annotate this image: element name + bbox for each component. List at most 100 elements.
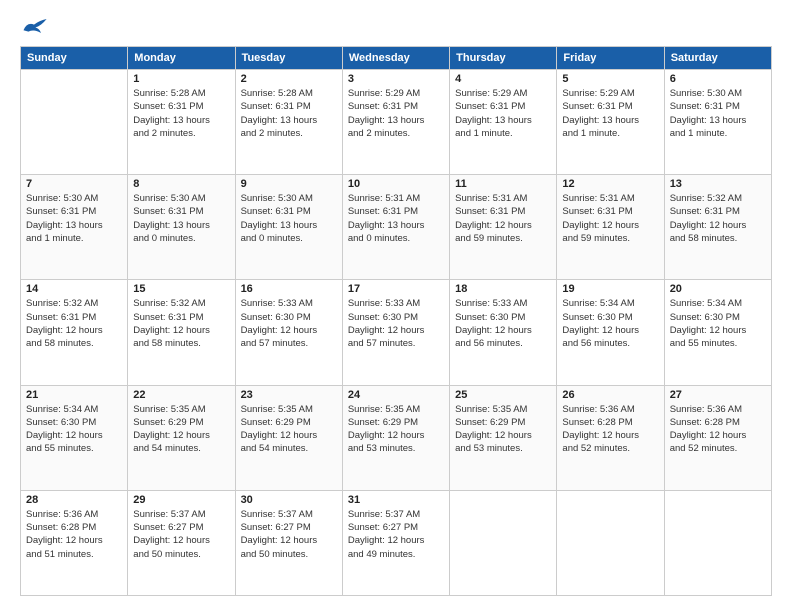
- cell-info: Sunrise: 5:35 AM Sunset: 6:29 PM Dayligh…: [455, 403, 551, 456]
- calendar-cell: 27 Sunrise: 5:36 AM Sunset: 6:28 PM Dayli…: [664, 385, 771, 490]
- calendar-cell: 9 Sunrise: 5:30 AM Sunset: 6:31 PM Daylig…: [235, 175, 342, 280]
- cell-info: Sunrise: 5:36 AM Sunset: 6:28 PM Dayligh…: [26, 508, 122, 561]
- cell-date: 7: [26, 178, 122, 190]
- calendar-cell: [664, 490, 771, 595]
- cell-date: 8: [133, 178, 229, 190]
- cell-date: 5: [562, 73, 658, 85]
- cell-info: Sunrise: 5:36 AM Sunset: 6:28 PM Dayligh…: [670, 403, 766, 456]
- calendar-cell: 4 Sunrise: 5:29 AM Sunset: 6:31 PM Daylig…: [450, 70, 557, 175]
- cell-info: Sunrise: 5:37 AM Sunset: 6:27 PM Dayligh…: [133, 508, 229, 561]
- cell-info: Sunrise: 5:32 AM Sunset: 6:31 PM Dayligh…: [670, 192, 766, 245]
- calendar-week-row: 21 Sunrise: 5:34 AM Sunset: 6:30 PM Dayli…: [21, 385, 772, 490]
- calendar-cell: 20 Sunrise: 5:34 AM Sunset: 6:30 PM Dayli…: [664, 280, 771, 385]
- calendar-cell: 25 Sunrise: 5:35 AM Sunset: 6:29 PM Dayli…: [450, 385, 557, 490]
- calendar-cell: 10 Sunrise: 5:31 AM Sunset: 6:31 PM Dayli…: [342, 175, 449, 280]
- cell-date: 22: [133, 389, 229, 401]
- cell-info: Sunrise: 5:33 AM Sunset: 6:30 PM Dayligh…: [455, 297, 551, 350]
- cell-date: 1: [133, 73, 229, 85]
- cell-date: 15: [133, 283, 229, 295]
- calendar-table: SundayMondayTuesdayWednesdayThursdayFrid…: [20, 46, 772, 596]
- weekday-header: Tuesday: [235, 47, 342, 70]
- cell-info: Sunrise: 5:28 AM Sunset: 6:31 PM Dayligh…: [133, 87, 229, 140]
- cell-info: Sunrise: 5:33 AM Sunset: 6:30 PM Dayligh…: [348, 297, 444, 350]
- calendar-cell: [557, 490, 664, 595]
- weekday-header: Friday: [557, 47, 664, 70]
- cell-info: Sunrise: 5:31 AM Sunset: 6:31 PM Dayligh…: [562, 192, 658, 245]
- cell-date: 25: [455, 389, 551, 401]
- cell-info: Sunrise: 5:35 AM Sunset: 6:29 PM Dayligh…: [348, 403, 444, 456]
- calendar-week-row: 1 Sunrise: 5:28 AM Sunset: 6:31 PM Daylig…: [21, 70, 772, 175]
- calendar-cell: 6Sunrise: 5:30 AM Sunset: 6:31 PM Daylig…: [664, 70, 771, 175]
- calendar-cell: 7 Sunrise: 5:30 AM Sunset: 6:31 PM Daylig…: [21, 175, 128, 280]
- cell-date: 10: [348, 178, 444, 190]
- cell-date: 28: [26, 494, 122, 506]
- weekday-header: Saturday: [664, 47, 771, 70]
- cell-info: Sunrise: 5:32 AM Sunset: 6:31 PM Dayligh…: [133, 297, 229, 350]
- cell-date: 23: [241, 389, 337, 401]
- cell-date: 24: [348, 389, 444, 401]
- page: SundayMondayTuesdayWednesdayThursdayFrid…: [0, 0, 792, 612]
- cell-info: Sunrise: 5:29 AM Sunset: 6:31 PM Dayligh…: [348, 87, 444, 140]
- cell-info: Sunrise: 5:31 AM Sunset: 6:31 PM Dayligh…: [348, 192, 444, 245]
- calendar-cell: 28 Sunrise: 5:36 AM Sunset: 6:28 PM Dayli…: [21, 490, 128, 595]
- weekday-header: Wednesday: [342, 47, 449, 70]
- cell-date: 20: [670, 283, 766, 295]
- cell-date: 3: [348, 73, 444, 85]
- calendar-cell: 2Sunrise: 5:28 AM Sunset: 6:31 PM Daylig…: [235, 70, 342, 175]
- calendar-cell: 26 Sunrise: 5:36 AM Sunset: 6:28 PM Dayli…: [557, 385, 664, 490]
- cell-info: Sunrise: 5:34 AM Sunset: 6:30 PM Dayligh…: [26, 403, 122, 456]
- cell-date: 26: [562, 389, 658, 401]
- calendar-cell: 5 Sunrise: 5:29 AM Sunset: 6:31 PM Daylig…: [557, 70, 664, 175]
- calendar-cell: 16Sunrise: 5:33 AM Sunset: 6:30 PM Dayli…: [235, 280, 342, 385]
- calendar-cell: 29Sunrise: 5:37 AM Sunset: 6:27 PM Dayli…: [128, 490, 235, 595]
- cell-date: 11: [455, 178, 551, 190]
- calendar-cell: 8Sunrise: 5:30 AM Sunset: 6:31 PM Daylig…: [128, 175, 235, 280]
- calendar-cell: 19 Sunrise: 5:34 AM Sunset: 6:30 PM Dayli…: [557, 280, 664, 385]
- cell-info: Sunrise: 5:30 AM Sunset: 6:31 PM Dayligh…: [26, 192, 122, 245]
- calendar-week-row: 7 Sunrise: 5:30 AM Sunset: 6:31 PM Daylig…: [21, 175, 772, 280]
- cell-date: 14: [26, 283, 122, 295]
- cell-date: 18: [455, 283, 551, 295]
- cell-info: Sunrise: 5:34 AM Sunset: 6:30 PM Dayligh…: [670, 297, 766, 350]
- cell-date: 12: [562, 178, 658, 190]
- cell-info: Sunrise: 5:36 AM Sunset: 6:28 PM Dayligh…: [562, 403, 658, 456]
- cell-date: 31: [348, 494, 444, 506]
- weekday-header: Thursday: [450, 47, 557, 70]
- cell-date: 27: [670, 389, 766, 401]
- cell-date: 21: [26, 389, 122, 401]
- cell-date: 19: [562, 283, 658, 295]
- calendar-week-row: 14 Sunrise: 5:32 AM Sunset: 6:31 PM Dayli…: [21, 280, 772, 385]
- calendar-cell: 30Sunrise: 5:37 AM Sunset: 6:27 PM Dayli…: [235, 490, 342, 595]
- cell-date: 4: [455, 73, 551, 85]
- cell-date: 6: [670, 73, 766, 85]
- calendar-cell: 11 Sunrise: 5:31 AM Sunset: 6:31 PM Dayli…: [450, 175, 557, 280]
- calendar-cell: 31Sunrise: 5:37 AM Sunset: 6:27 PM Dayli…: [342, 490, 449, 595]
- logo: [20, 16, 52, 36]
- calendar-cell: 23 Sunrise: 5:35 AM Sunset: 6:29 PM Dayli…: [235, 385, 342, 490]
- calendar-cell: 15 Sunrise: 5:32 AM Sunset: 6:31 PM Dayli…: [128, 280, 235, 385]
- cell-info: Sunrise: 5:30 AM Sunset: 6:31 PM Dayligh…: [241, 192, 337, 245]
- calendar-header-row: SundayMondayTuesdayWednesdayThursdayFrid…: [21, 47, 772, 70]
- cell-info: Sunrise: 5:29 AM Sunset: 6:31 PM Dayligh…: [455, 87, 551, 140]
- calendar-cell: 18 Sunrise: 5:33 AM Sunset: 6:30 PM Dayli…: [450, 280, 557, 385]
- calendar-cell: [450, 490, 557, 595]
- calendar-cell: 21 Sunrise: 5:34 AM Sunset: 6:30 PM Dayli…: [21, 385, 128, 490]
- cell-info: Sunrise: 5:28 AM Sunset: 6:31 PM Dayligh…: [241, 87, 337, 140]
- header: [20, 16, 772, 36]
- calendar-cell: 24 Sunrise: 5:35 AM Sunset: 6:29 PM Dayli…: [342, 385, 449, 490]
- calendar-cell: 17Sunrise: 5:33 AM Sunset: 6:30 PM Dayli…: [342, 280, 449, 385]
- calendar-cell: 1 Sunrise: 5:28 AM Sunset: 6:31 PM Daylig…: [128, 70, 235, 175]
- cell-info: Sunrise: 5:35 AM Sunset: 6:29 PM Dayligh…: [133, 403, 229, 456]
- cell-info: Sunrise: 5:31 AM Sunset: 6:31 PM Dayligh…: [455, 192, 551, 245]
- calendar-cell: 14 Sunrise: 5:32 AM Sunset: 6:31 PM Dayli…: [21, 280, 128, 385]
- cell-info: Sunrise: 5:32 AM Sunset: 6:31 PM Dayligh…: [26, 297, 122, 350]
- cell-info: Sunrise: 5:35 AM Sunset: 6:29 PM Dayligh…: [241, 403, 337, 456]
- cell-info: Sunrise: 5:34 AM Sunset: 6:30 PM Dayligh…: [562, 297, 658, 350]
- calendar-cell: 13Sunrise: 5:32 AM Sunset: 6:31 PM Dayli…: [664, 175, 771, 280]
- calendar-week-row: 28 Sunrise: 5:36 AM Sunset: 6:28 PM Dayli…: [21, 490, 772, 595]
- cell-info: Sunrise: 5:29 AM Sunset: 6:31 PM Dayligh…: [562, 87, 658, 140]
- cell-date: 9: [241, 178, 337, 190]
- calendar-cell: 12 Sunrise: 5:31 AM Sunset: 6:31 PM Dayli…: [557, 175, 664, 280]
- cell-date: 16: [241, 283, 337, 295]
- calendar-cell: [21, 70, 128, 175]
